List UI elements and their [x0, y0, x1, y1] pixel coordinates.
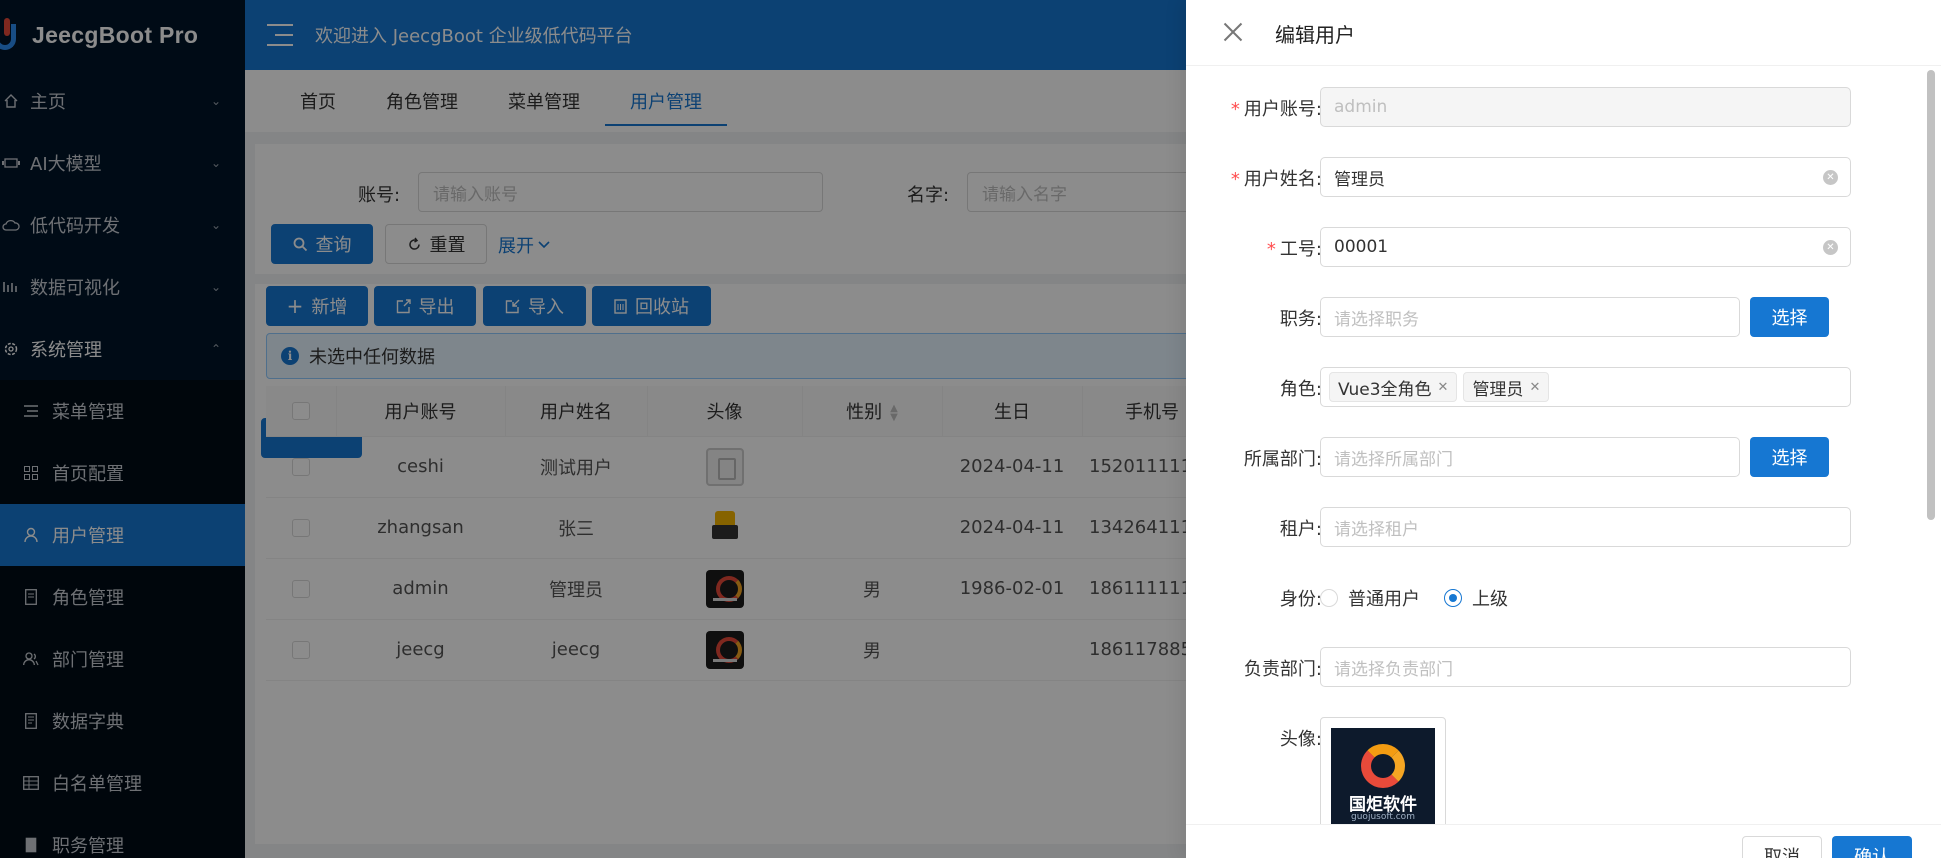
close-icon[interactable]: [1221, 20, 1245, 44]
role-tag-label: 管理员: [1472, 379, 1524, 400]
realname-value: 管理员: [1334, 169, 1385, 190]
form-row-roles: 角色: Vue3全角色 ✕ 管理员 ✕: [1186, 367, 1926, 407]
account-field-label: * 用户账号:: [1231, 95, 1322, 121]
form-row-post: 职务: 请选择职务 选择: [1186, 297, 1926, 337]
tenant-field-label: 租户:: [1279, 519, 1322, 540]
confirm-button[interactable]: 确认: [1832, 836, 1912, 858]
role-tag: 管理员 ✕: [1463, 372, 1550, 402]
tenant-placeholder: 请选择租户: [1334, 519, 1419, 540]
avatar-image: 国炬软件 guojusoft.com: [1331, 728, 1435, 826]
select-post-button[interactable]: 选择: [1750, 297, 1829, 337]
radio-label: 普通用户: [1348, 589, 1420, 610]
form-row-dept: 所属部门: 请选择所属部门 选择: [1186, 437, 1926, 477]
close-icon[interactable]: ✕: [1438, 380, 1449, 395]
guoju-logo-icon: [1361, 744, 1405, 788]
post-field-label: 职务:: [1279, 309, 1322, 330]
roles-field-label: 角色:: [1279, 379, 1322, 400]
close-icon[interactable]: ✕: [1529, 380, 1540, 395]
post-field[interactable]: 请选择职务: [1320, 297, 1740, 337]
drawer-scrollbar[interactable]: [1927, 70, 1935, 520]
form-row-depart-ids: 负责部门: 请选择负责部门: [1186, 647, 1926, 687]
form-row-account: * 用户账号: admin: [1186, 87, 1926, 127]
dept-placeholder: 请选择所属部门: [1334, 449, 1453, 470]
roles-select[interactable]: Vue3全角色 ✕ 管理员 ✕: [1320, 367, 1851, 407]
realname-label-text: 用户姓名:: [1243, 169, 1322, 190]
drawer-footer: 取消 确认: [1186, 824, 1941, 858]
workno-value: 00001: [1334, 237, 1389, 257]
drawer-header: 编辑用户: [1186, 0, 1941, 66]
radio-circle: [1444, 589, 1462, 607]
required-mark: *: [1266, 239, 1276, 260]
identity-field-label: 身份:: [1279, 589, 1322, 610]
clear-icon[interactable]: ✕: [1823, 240, 1838, 255]
workno-field[interactable]: 00001 ✕: [1320, 227, 1851, 267]
account-field: admin: [1320, 87, 1851, 127]
form-row-identity: 身份: 普通用户 上级: [1186, 577, 1926, 617]
dept-field-label: 所属部门:: [1243, 449, 1322, 470]
form-row-tenant: 租户: 请选择租户: [1186, 507, 1926, 547]
cancel-button[interactable]: 取消: [1742, 836, 1822, 858]
identity-radio-group: 普通用户 上级: [1320, 585, 1532, 611]
post-placeholder: 请选择职务: [1334, 309, 1419, 330]
avatar-field-label: 头像:: [1279, 729, 1322, 750]
realname-field-label: * 用户姓名:: [1231, 165, 1322, 191]
required-mark: *: [1230, 169, 1240, 190]
avatar-upload[interactable]: 国炬软件 guojusoft.com: [1320, 717, 1446, 826]
clear-icon[interactable]: ✕: [1823, 170, 1838, 185]
depart-ids-placeholder: 请选择负责部门: [1334, 659, 1453, 680]
drawer-body: * 用户账号: admin * 用户姓名: 管理员 ✕ * 工号: 00001 ✕ 职…: [1186, 66, 1926, 826]
realname-field[interactable]: 管理员 ✕: [1320, 157, 1851, 197]
avatar-site-text: guojusoft.com: [1351, 812, 1415, 822]
form-row-realname: * 用户姓名: 管理员 ✕: [1186, 157, 1926, 197]
radio-normal-user[interactable]: 普通用户: [1320, 585, 1420, 611]
dept-field[interactable]: 请选择所属部门: [1320, 437, 1740, 477]
workno-field-label: * 工号:: [1267, 235, 1322, 261]
account-label-text: 用户账号:: [1243, 99, 1322, 120]
workno-label-text: 工号:: [1279, 239, 1322, 260]
tenant-select[interactable]: 请选择租户: [1320, 507, 1851, 547]
radio-circle: [1320, 589, 1338, 607]
depart-ids-field-label: 负责部门:: [1243, 659, 1322, 680]
drawer-title: 编辑用户: [1275, 23, 1355, 47]
role-tag-label: Vue3全角色: [1338, 379, 1432, 400]
form-row-avatar: 头像: 国炬软件 guojusoft.com: [1186, 717, 1926, 826]
form-row-workno: * 工号: 00001 ✕: [1186, 227, 1926, 267]
select-dept-button[interactable]: 选择: [1750, 437, 1829, 477]
depart-ids-select[interactable]: 请选择负责部门: [1320, 647, 1851, 687]
required-mark: *: [1230, 99, 1240, 120]
radio-label: 上级: [1472, 589, 1508, 610]
radio-superior[interactable]: 上级: [1444, 585, 1508, 611]
edit-user-drawer: 编辑用户 * 用户账号: admin * 用户姓名: 管理员 ✕ * 工号: 0000…: [1186, 0, 1941, 858]
role-tag: Vue3全角色 ✕: [1329, 372, 1458, 402]
